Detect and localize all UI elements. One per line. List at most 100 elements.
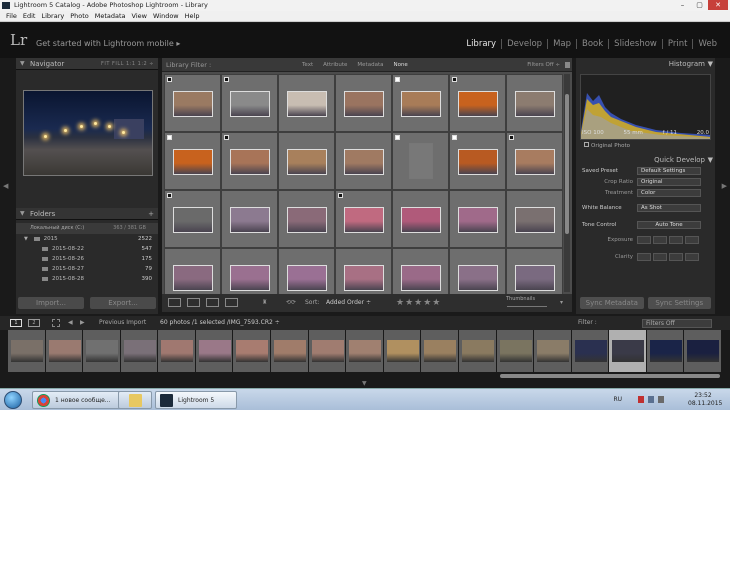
- maximize-button[interactable]: ▢: [691, 0, 708, 10]
- module-print[interactable]: Print: [663, 39, 694, 49]
- filmstrip-thumbnail[interactable]: [461, 340, 494, 362]
- histogram-header[interactable]: Histogram ▼: [576, 58, 715, 70]
- sync-metadata-button[interactable]: Sync Metadata: [580, 297, 644, 309]
- grid-cell[interactable]: [335, 190, 392, 248]
- module-library[interactable]: Library: [461, 39, 503, 49]
- grid-scrollbar[interactable]: [564, 74, 570, 292]
- bottom-panel-toggle-icon[interactable]: ▼: [362, 380, 367, 387]
- lock-icon[interactable]: [565, 62, 570, 68]
- filmstrip-cell[interactable]: [421, 330, 459, 372]
- photo-thumbnail[interactable]: [515, 149, 555, 175]
- photo-thumbnail[interactable]: [287, 265, 327, 291]
- navigator-header[interactable]: ▼ Navigator FIT FILL 1:1 1:2 ÷: [16, 58, 158, 70]
- photo-thumbnail[interactable]: [344, 149, 384, 175]
- quick-collection-marker-icon[interactable]: [509, 135, 514, 140]
- photo-thumbnail[interactable]: [230, 265, 270, 291]
- grid-cell[interactable]: [221, 132, 278, 190]
- menu-library[interactable]: Library: [38, 11, 67, 21]
- import-button[interactable]: Import...: [18, 297, 84, 309]
- filmstrip-cell[interactable]: [158, 330, 196, 372]
- add-folder-icon[interactable]: +: [148, 208, 154, 220]
- filter-text[interactable]: Text: [302, 58, 313, 72]
- photo-thumbnail[interactable]: [344, 207, 384, 233]
- disk-row[interactable]: Локальный диск (C:) 363 / 381 GB: [16, 223, 158, 234]
- grid-cell[interactable]: [335, 74, 392, 132]
- filmstrip-thumbnail[interactable]: [86, 340, 119, 362]
- filmstrip-thumbnail[interactable]: [349, 340, 382, 362]
- filmstrip-cell[interactable]: [534, 330, 572, 372]
- saved-preset-select[interactable]: Default Settings: [637, 167, 701, 175]
- quick-collection-marker-icon[interactable]: [452, 135, 457, 140]
- page-1-button[interactable]: 1: [10, 319, 22, 327]
- filmstrip-thumbnail[interactable]: [123, 340, 156, 362]
- filmstrip-thumbnail[interactable]: [424, 340, 457, 362]
- network-icon[interactable]: [648, 396, 654, 403]
- photo-thumbnail[interactable]: [515, 91, 555, 117]
- photo-thumbnail[interactable]: [344, 265, 384, 291]
- filter-none[interactable]: None: [393, 58, 407, 72]
- clock[interactable]: 23:52 08.11.2015: [688, 392, 722, 408]
- menu-view[interactable]: View: [129, 11, 150, 21]
- photo-thumbnail[interactable]: [401, 207, 441, 233]
- grid-cell[interactable]: [221, 190, 278, 248]
- grid-cell[interactable]: [506, 190, 563, 248]
- exposure-inc-large[interactable]: [685, 236, 699, 244]
- photo-thumbnail[interactable]: [515, 207, 555, 233]
- minimize-button[interactable]: –: [674, 0, 691, 10]
- taskbar-explorer[interactable]: [118, 391, 152, 409]
- survey-view-icon[interactable]: [225, 298, 238, 307]
- grid-view-icon[interactable]: [168, 298, 181, 307]
- volume-icon[interactable]: [658, 396, 664, 403]
- folder-row[interactable]: 2015-08-26 175: [16, 254, 158, 264]
- start-button[interactable]: [4, 391, 22, 409]
- photo-thumbnail[interactable]: [515, 265, 555, 291]
- quick-collection-marker-icon[interactable]: [224, 77, 229, 82]
- source-label[interactable]: Previous Import: [99, 316, 146, 330]
- original-checkbox[interactable]: [584, 142, 589, 147]
- filmstrip-cell[interactable]: [458, 330, 497, 372]
- filmstrip-thumbnail[interactable]: [48, 340, 81, 362]
- menu-help[interactable]: Help: [182, 11, 203, 21]
- spray-can-icon[interactable]: ♜: [262, 294, 267, 312]
- menu-file[interactable]: File: [3, 11, 20, 21]
- module-map[interactable]: Map: [548, 39, 578, 49]
- filmstrip-cell[interactable]: [571, 330, 610, 372]
- quick-collection-marker-icon[interactable]: [167, 135, 172, 140]
- quick-collection-marker-icon[interactable]: [395, 135, 400, 140]
- module-book[interactable]: Book: [577, 39, 610, 49]
- photo-thumbnail[interactable]: [173, 207, 213, 233]
- photo-thumbnail[interactable]: [458, 207, 498, 233]
- page-2-button[interactable]: 2: [28, 319, 40, 327]
- photo-thumbnail[interactable]: [287, 91, 327, 117]
- filmstrip-filter-select[interactable]: Filters Off: [642, 319, 712, 328]
- clarity-dec-large[interactable]: [637, 253, 651, 261]
- grid-cell[interactable]: [278, 74, 335, 132]
- photo-thumbnail[interactable]: [287, 207, 327, 233]
- grid-cell[interactable]: [335, 132, 392, 190]
- quick-develop-header[interactable]: Quick Develop ▼: [576, 154, 715, 166]
- filmstrip-scrollbar[interactable]: [500, 374, 720, 378]
- filters-off-select[interactable]: Filters Off ÷: [527, 58, 560, 72]
- photo-thumbnail[interactable]: [173, 91, 213, 117]
- grid-cell[interactable]: [392, 190, 449, 248]
- photo-thumbnail[interactable]: [409, 143, 433, 179]
- photo-thumbnail[interactable]: [401, 265, 441, 291]
- clarity-dec[interactable]: [653, 253, 667, 261]
- filmstrip-cell[interactable]: [8, 330, 46, 372]
- filmstrip-thumbnail[interactable]: [537, 340, 570, 362]
- filmstrip-thumbnail[interactable]: [161, 340, 194, 362]
- forward-arrow-icon[interactable]: ▶: [80, 316, 85, 330]
- grid-cell[interactable]: [449, 190, 506, 248]
- filmstrip-cell[interactable]: [346, 330, 384, 372]
- get-started-link[interactable]: Get started with Lightroom mobile ▸: [36, 39, 180, 48]
- loupe-view-icon[interactable]: [187, 298, 200, 307]
- grid-cell[interactable]: [164, 190, 221, 248]
- export-button[interactable]: Export...: [90, 297, 156, 309]
- clarity-inc[interactable]: [669, 253, 683, 261]
- clarity-inc-large[interactable]: [685, 253, 699, 261]
- module-develop[interactable]: Develop: [502, 39, 549, 49]
- menu-photo[interactable]: Photo: [67, 11, 92, 21]
- exposure-inc[interactable]: [669, 236, 683, 244]
- photo-thumbnail[interactable]: [458, 265, 498, 291]
- folder-row[interactable]: 2015-08-28 390: [16, 274, 158, 284]
